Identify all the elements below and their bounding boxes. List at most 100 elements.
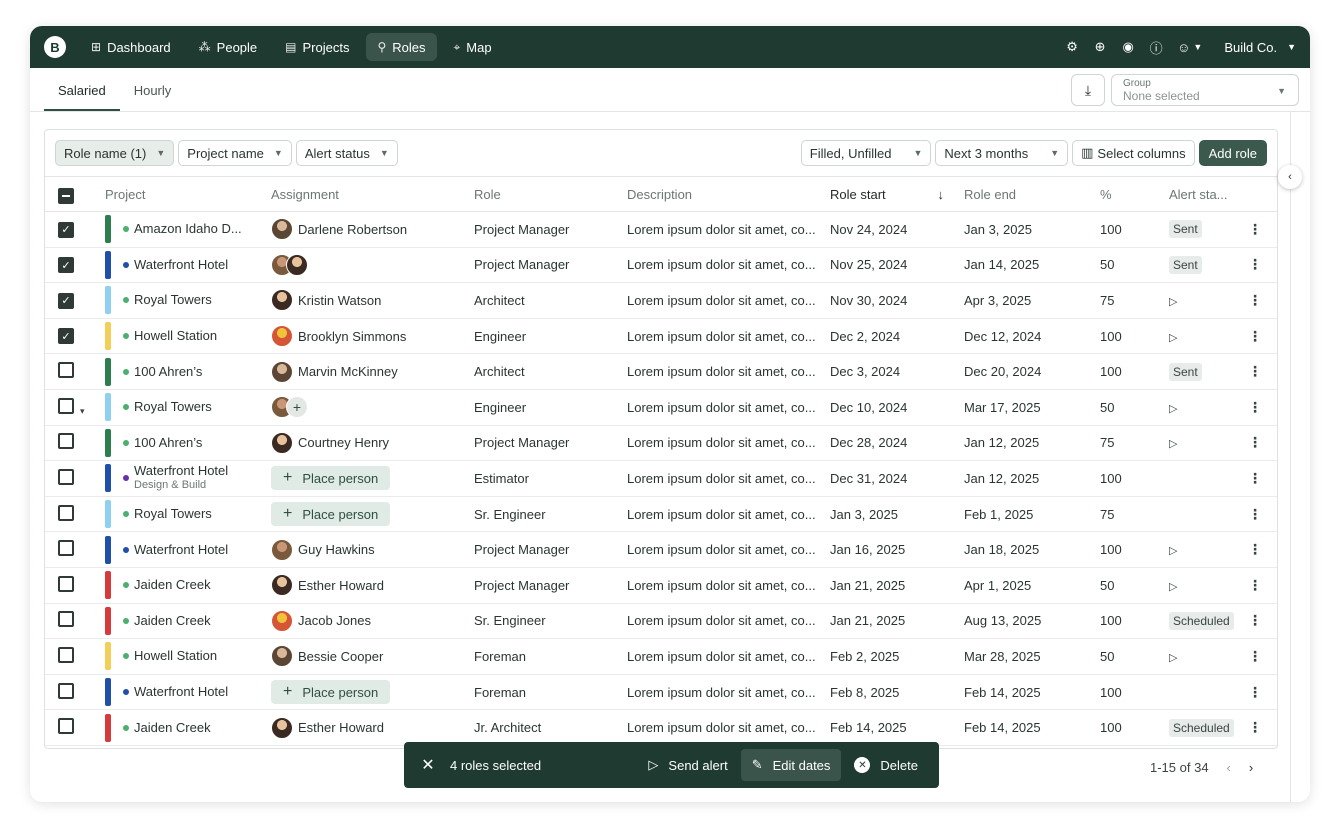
- more-options-icon[interactable]: ⋮: [1248, 221, 1262, 237]
- add-role-button[interactable]: Add role: [1198, 140, 1267, 166]
- project-name[interactable]: 100 Ahren’s: [134, 364, 202, 379]
- table-row[interactable]: Royal Towers + Place person Sr. Engineer …: [45, 496, 1277, 533]
- more-options-icon[interactable]: ⋮: [1248, 328, 1262, 344]
- header-role-start[interactable]: Role start ↓: [830, 176, 964, 212]
- nav-people[interactable]: ⁂ People: [188, 33, 268, 61]
- nav-roles[interactable]: ⚲ Roles: [366, 33, 437, 61]
- row-checkbox[interactable]: ✓: [58, 292, 74, 309]
- table-row[interactable]: ▾ Royal Towers + Engineer Lorem ipsum do…: [45, 389, 1277, 426]
- assignee-name[interactable]: Guy Hawkins: [298, 542, 375, 557]
- row-checkbox[interactable]: [58, 718, 74, 735]
- table-row[interactable]: 100 Ahren’s Marvin McKinney Architect Lo…: [45, 353, 1277, 390]
- header-assignment[interactable]: Assignment: [271, 176, 474, 212]
- project-name[interactable]: Jaiden Creek: [134, 613, 211, 628]
- assignee-name[interactable]: Marvin McKinney: [298, 364, 398, 379]
- project-name[interactable]: Royal Towers: [134, 507, 212, 521]
- chevron-down-icon[interactable]: ▾: [80, 406, 85, 416]
- globe-icon[interactable]: ⊕: [1093, 39, 1107, 54]
- send-alert-button[interactable]: ▷ Send alert: [637, 749, 738, 781]
- table-row[interactable]: Jaiden Creek Esther Howard Jr. Architect…: [45, 709, 1277, 746]
- send-alert-icon[interactable]: ▷: [1169, 581, 1177, 593]
- assignee-name[interactable]: Kristin Watson: [298, 293, 381, 308]
- table-row[interactable]: Waterfront Hotel Design & Build + Place pe…: [45, 460, 1277, 497]
- project-name[interactable]: 100 Ahren’s: [134, 435, 202, 450]
- filter-chip[interactable]: Role name (1) ▼: [55, 140, 175, 166]
- place-person-button[interactable]: + Place person: [271, 502, 391, 527]
- project-name[interactable]: Howell Station: [134, 649, 217, 663]
- filter-chip[interactable]: Filled, Unfilled ▼: [800, 140, 932, 166]
- row-checkbox[interactable]: [58, 433, 74, 450]
- row-checkbox[interactable]: [58, 362, 74, 379]
- project-name[interactable]: Royal Towers: [134, 400, 212, 414]
- avatar-stack[interactable]: +: [271, 396, 474, 419]
- assignee-name[interactable]: Esther Howard: [298, 578, 384, 593]
- nav-dashboard[interactable]: ⊞ Dashboard: [80, 33, 182, 61]
- row-checkbox[interactable]: ✓: [58, 257, 74, 274]
- filter-chip[interactable]: Project name ▼: [178, 140, 292, 166]
- send-alert-icon[interactable]: ▷: [1169, 403, 1177, 415]
- table-row[interactable]: 100 Ahren’s Courtney Henry Project Manag…: [45, 425, 1277, 462]
- table-row[interactable]: ✓ Howell Station Brooklyn Simmons Engine…: [45, 318, 1277, 355]
- prev-page-icon[interactable]: ‹: [1227, 760, 1231, 775]
- select-columns-button[interactable]: ▥ Select columns: [1072, 140, 1195, 166]
- table-row[interactable]: Howell Station Bessie Cooper Foreman Lor…: [45, 638, 1277, 675]
- nav-map[interactable]: ⌖ Map: [443, 33, 503, 61]
- more-options-icon[interactable]: ⋮: [1248, 292, 1262, 308]
- project-name[interactable]: Waterfront Hotel: [134, 685, 228, 699]
- more-options-icon[interactable]: ⋮: [1248, 719, 1262, 735]
- more-options-icon[interactable]: ⋮: [1248, 256, 1262, 272]
- project-name[interactable]: Howell Station: [134, 329, 217, 343]
- place-person-button[interactable]: + Place person: [271, 680, 391, 705]
- header-select-all[interactable]: [45, 176, 105, 212]
- project-name[interactable]: Jaiden Creek: [134, 720, 211, 735]
- place-person-button[interactable]: + Place person: [271, 466, 391, 491]
- row-checkbox[interactable]: [58, 397, 74, 414]
- tab-salaried[interactable]: Salaried: [44, 83, 120, 111]
- collapse-panel-button[interactable]: ‹: [1278, 165, 1302, 189]
- assignee-name[interactable]: Brooklyn Simmons: [298, 329, 406, 344]
- settings-icon[interactable]: ⚙: [1065, 39, 1079, 54]
- select-all-checkbox[interactable]: [58, 187, 74, 204]
- header-project[interactable]: Project: [105, 176, 271, 212]
- app-logo[interactable]: B: [44, 36, 66, 58]
- more-options-icon[interactable]: ⋮: [1248, 541, 1262, 557]
- row-checkbox[interactable]: [58, 575, 74, 592]
- table-row[interactable]: ✓ Amazon Idaho D... Darlene Robertson Pr…: [45, 211, 1277, 248]
- send-alert-icon[interactable]: ▷: [1169, 332, 1177, 344]
- row-checkbox[interactable]: [58, 682, 74, 699]
- next-page-icon[interactable]: ›: [1249, 760, 1253, 775]
- more-options-icon[interactable]: ⋮: [1248, 506, 1262, 522]
- send-alert-icon[interactable]: ▷: [1169, 296, 1177, 308]
- more-options-icon[interactable]: ⋮: [1248, 684, 1262, 700]
- group-select[interactable]: Group None selected ▼: [1111, 74, 1299, 106]
- delete-button[interactable]: ✕ Delete: [843, 749, 929, 781]
- company-switcher[interactable]: Build Co. ▼: [1224, 40, 1296, 55]
- project-name[interactable]: Waterfront Hotel: [134, 542, 228, 557]
- assignee-name[interactable]: Darlene Robertson: [298, 222, 407, 237]
- nav-projects[interactable]: ▤ Projects: [274, 33, 360, 61]
- header-percent[interactable]: %: [1100, 176, 1169, 212]
- table-row[interactable]: Jaiden Creek Esther Howard Project Manag…: [45, 567, 1277, 604]
- header-description[interactable]: Description: [627, 176, 830, 212]
- help-icon[interactable]: ⓘ: [1149, 40, 1163, 56]
- assignee-name[interactable]: Esther Howard: [298, 720, 384, 735]
- filter-chip[interactable]: Alert status ▼: [295, 140, 398, 166]
- more-options-icon[interactable]: ⋮: [1248, 648, 1262, 664]
- send-alert-icon[interactable]: ▷: [1169, 545, 1177, 557]
- add-person-icon[interactable]: +: [286, 396, 308, 419]
- more-options-icon[interactable]: ⋮: [1248, 612, 1262, 628]
- avatar-stack[interactable]: [271, 253, 474, 276]
- row-checkbox[interactable]: ✓: [58, 328, 74, 345]
- account-icon[interactable]: ☺ ▼: [1177, 40, 1202, 55]
- more-options-icon[interactable]: ⋮: [1248, 434, 1262, 450]
- send-alert-icon[interactable]: ▷: [1169, 438, 1177, 450]
- tab-hourly[interactable]: Hourly: [120, 83, 186, 111]
- row-checkbox[interactable]: [58, 646, 74, 663]
- project-name[interactable]: Waterfront Hotel: [134, 257, 228, 272]
- assignee-name[interactable]: Courtney Henry: [298, 435, 389, 450]
- project-name[interactable]: Waterfront Hotel: [134, 464, 228, 478]
- table-row[interactable]: ✓ Royal Towers Kristin Watson Architect …: [45, 282, 1277, 319]
- send-alert-icon[interactable]: ▷: [1169, 652, 1177, 664]
- edit-dates-button[interactable]: ✎ Edit dates: [740, 749, 842, 781]
- more-options-icon[interactable]: ⋮: [1248, 577, 1262, 593]
